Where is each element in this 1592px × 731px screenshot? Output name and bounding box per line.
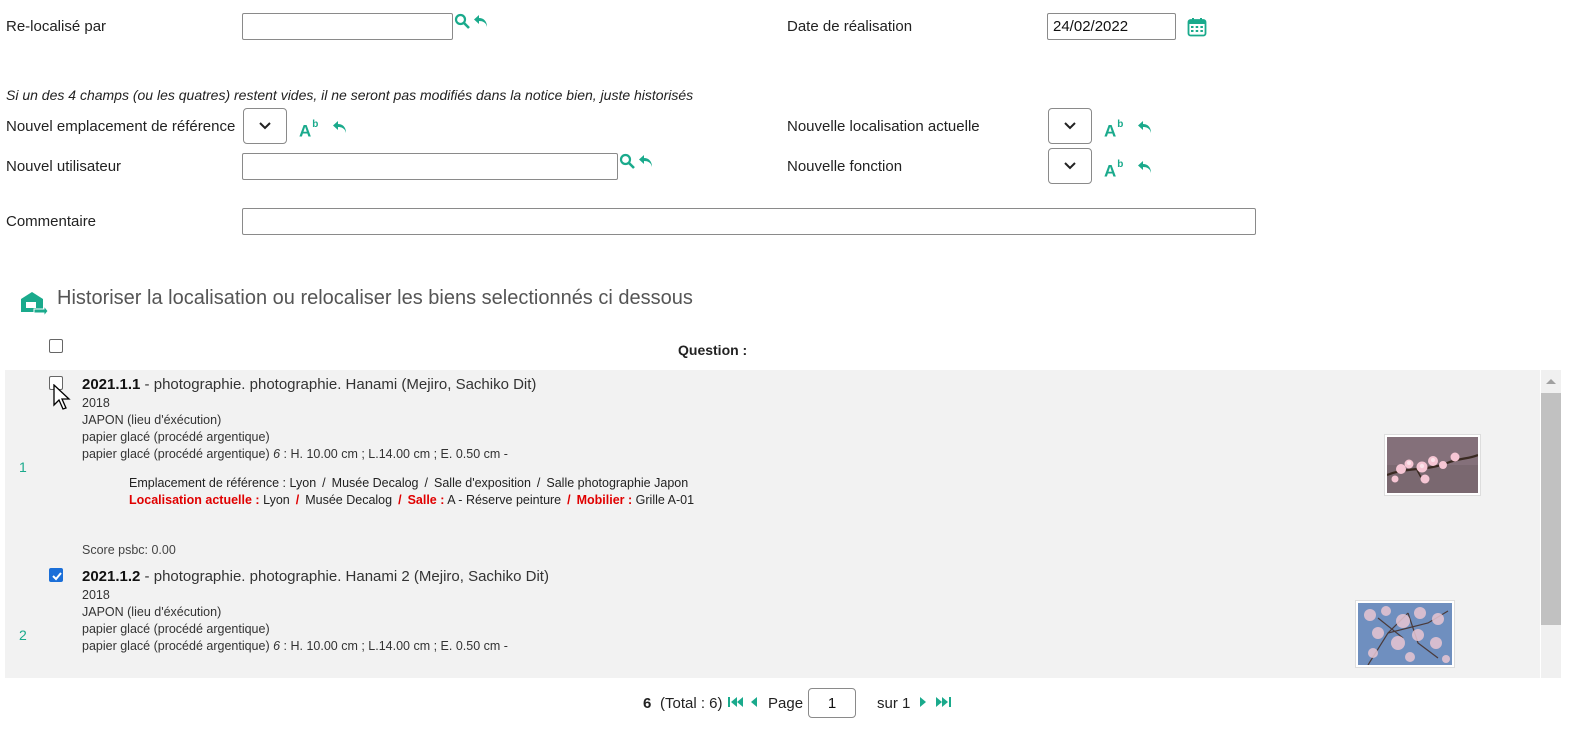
item-year: 2018 bbox=[82, 396, 110, 410]
utilisateur-input[interactable] bbox=[242, 153, 618, 180]
page-input[interactable] bbox=[808, 688, 856, 718]
page-total: sur 1 bbox=[877, 695, 911, 712]
next-page-icon[interactable] bbox=[918, 696, 928, 708]
undo-icon[interactable] bbox=[1136, 118, 1154, 136]
undo-icon[interactable] bbox=[472, 12, 490, 30]
item-place: JAPON (lieu d'éxécution) bbox=[82, 605, 222, 619]
section-title: Historiser la localisation ou relocalise… bbox=[57, 287, 693, 309]
text-format-icon[interactable]: Ab bbox=[299, 119, 318, 140]
column-header: Question : bbox=[678, 342, 748, 358]
item-dimensions: papier glacé (procédé argentique) 6 : H.… bbox=[82, 447, 508, 461]
mouse-cursor-icon bbox=[53, 384, 71, 410]
select-all-checkbox[interactable] bbox=[49, 339, 63, 353]
item-checkbox[interactable] bbox=[49, 568, 63, 582]
date-label: Date de réalisation bbox=[787, 18, 913, 35]
date-input[interactable] bbox=[1047, 13, 1176, 40]
last-page-icon[interactable] bbox=[935, 696, 951, 708]
list-item bbox=[5, 370, 1540, 561]
checkmark-icon bbox=[52, 572, 62, 581]
commentaire-label: Commentaire bbox=[6, 213, 97, 230]
first-page-icon[interactable] bbox=[728, 696, 744, 708]
text-format-icon[interactable]: Ab bbox=[1104, 159, 1123, 180]
search-icon[interactable] bbox=[619, 153, 635, 169]
undo-icon[interactable] bbox=[1136, 158, 1154, 176]
page-label: Page bbox=[768, 695, 804, 712]
commentaire-input[interactable] bbox=[242, 208, 1256, 235]
localisation-label: Nouvelle localisation actuelle bbox=[787, 118, 980, 135]
item-material: papier glacé (procédé argentique) bbox=[82, 430, 270, 444]
emplacement-label: Nouvel emplacement de référence bbox=[6, 118, 236, 135]
item-dimensions: papier glacé (procédé argentique) 6 : H.… bbox=[82, 639, 508, 653]
undo-icon[interactable] bbox=[331, 118, 349, 136]
item-title[interactable]: 2021.1.2 - photographie. photographie. H… bbox=[82, 568, 549, 585]
row-number: 1 bbox=[19, 459, 27, 475]
previous-page-icon[interactable] bbox=[749, 696, 759, 708]
emplacement-reference: Emplacement de référence : Lyon / Musée De… bbox=[129, 476, 689, 490]
result-count: 6 bbox=[643, 695, 652, 712]
item-year: 2018 bbox=[82, 588, 110, 602]
utilisateur-label: Nouvel utilisateur bbox=[6, 158, 122, 175]
item-thumbnail[interactable] bbox=[1355, 600, 1455, 668]
relocate-icon bbox=[21, 292, 48, 317]
item-title[interactable]: 2021.1.1 - photographie. photographie. H… bbox=[82, 376, 536, 393]
emplacement-select[interactable] bbox=[243, 108, 287, 144]
search-icon[interactable] bbox=[454, 13, 470, 29]
item-material: papier glacé (procédé argentique) bbox=[82, 622, 270, 636]
chevron-down-icon bbox=[259, 122, 271, 130]
result-total: (Total : 6) bbox=[660, 695, 723, 712]
cherry-tree-photo bbox=[1358, 603, 1452, 666]
chevron-down-icon bbox=[1064, 162, 1076, 170]
undo-icon[interactable] bbox=[637, 152, 655, 170]
item-thumbnail[interactable] bbox=[1384, 434, 1481, 496]
fonction-label: Nouvelle fonction bbox=[787, 158, 903, 175]
item-place: JAPON (lieu d'éxécution) bbox=[82, 413, 222, 427]
relocalise-input[interactable] bbox=[242, 13, 453, 40]
scrollbar-thumb[interactable] bbox=[1541, 393, 1561, 625]
relocalise-label: Re-localisé par bbox=[6, 18, 107, 35]
text-format-icon[interactable]: Ab bbox=[1104, 119, 1123, 140]
form-note: Si un des 4 champs (ou les quatres) rest… bbox=[6, 87, 694, 103]
fonction-select[interactable] bbox=[1048, 148, 1092, 184]
scroll-up-arrow-icon[interactable] bbox=[1545, 377, 1557, 385]
cherry-blossom-photo bbox=[1386, 437, 1479, 493]
localisation-select[interactable] bbox=[1048, 108, 1092, 144]
chevron-down-icon bbox=[1064, 122, 1076, 130]
item-score: Score psbc: 0.00 bbox=[82, 543, 176, 557]
row-number: 2 bbox=[19, 627, 27, 643]
calendar-icon[interactable] bbox=[1187, 17, 1207, 37]
localisation-actuelle: Localisation actuelle : Lyon / Musée Decal… bbox=[129, 493, 695, 507]
